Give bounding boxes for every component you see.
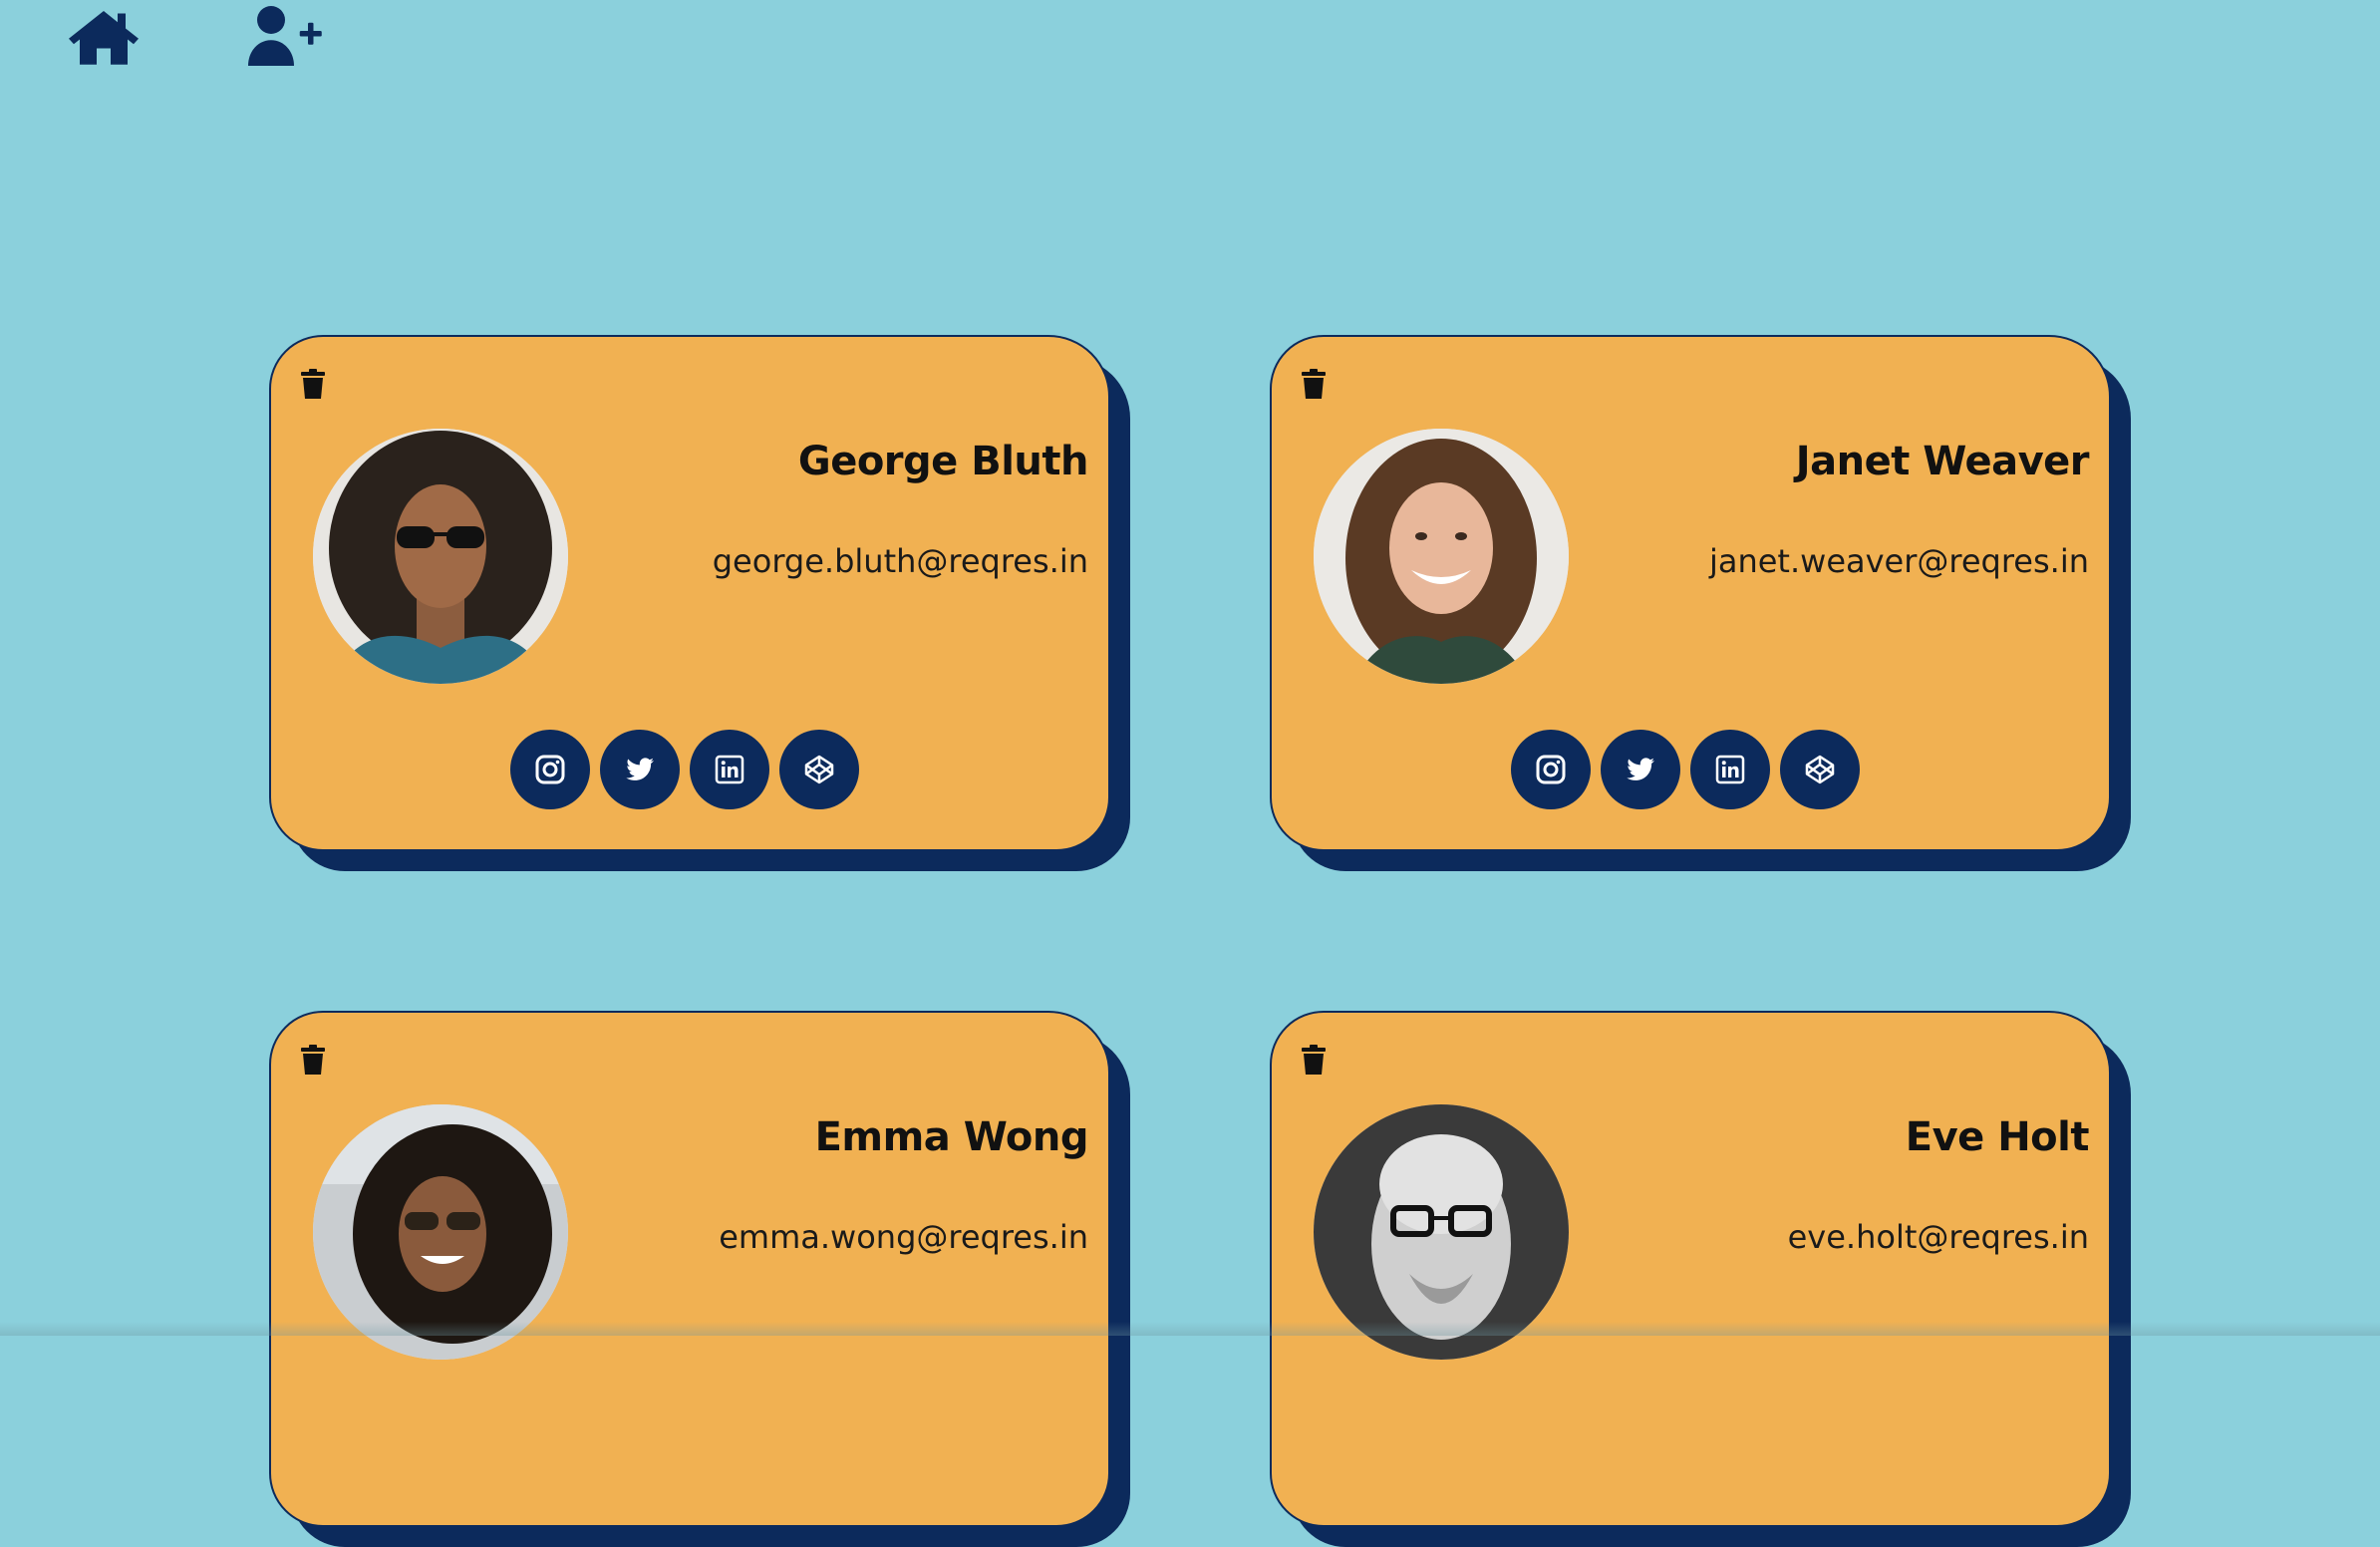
codepen-icon xyxy=(1805,755,1835,784)
codepen-button[interactable] xyxy=(779,730,859,809)
user-name: Emma Wong xyxy=(814,1114,1089,1160)
linkedin-button[interactable] xyxy=(690,730,769,809)
card-body: Eve Holt eve.holt@reqres.in xyxy=(1270,1011,2111,1527)
avatar xyxy=(1314,429,1569,684)
twitter-button[interactable] xyxy=(1601,730,1680,809)
card-body: Janet Weaver janet.weaver@reqres.in xyxy=(1270,335,2111,851)
linkedin-icon xyxy=(1715,755,1745,784)
card-body: George Bluth george.bluth@reqres.in xyxy=(269,335,1110,851)
twitter-icon xyxy=(626,758,654,780)
trash-icon[interactable] xyxy=(301,369,325,399)
user-email[interactable]: george.bluth@reqres.in xyxy=(713,542,1088,580)
instagram-button[interactable] xyxy=(510,730,590,809)
user-card: Janet Weaver janet.weaver@reqres.in xyxy=(1270,335,2131,871)
user-email[interactable]: emma.wong@reqres.in xyxy=(719,1218,1088,1256)
twitter-icon xyxy=(1627,758,1654,780)
bottom-edge xyxy=(0,1322,2380,1336)
linkedin-icon xyxy=(715,755,744,784)
instagram-icon xyxy=(535,755,565,784)
user-card: George Bluth george.bluth@reqres.in xyxy=(269,335,1130,871)
avatar xyxy=(313,429,568,684)
user-name: George Bluth xyxy=(797,439,1089,484)
user-email[interactable]: eve.holt@reqres.in xyxy=(1788,1218,2089,1256)
linkedin-button[interactable] xyxy=(1690,730,1770,809)
instagram-button[interactable] xyxy=(1511,730,1591,809)
twitter-button[interactable] xyxy=(600,730,680,809)
user-name: Eve Holt xyxy=(1905,1114,2090,1160)
instagram-icon xyxy=(1536,755,1566,784)
user-card: Emma Wong emma.wong@reqres.in xyxy=(269,1011,1130,1547)
trash-icon[interactable] xyxy=(1302,1045,1326,1075)
social-links xyxy=(1511,730,1870,809)
social-links xyxy=(510,730,869,809)
user-card: Eve Holt eve.holt@reqres.in xyxy=(1270,1011,2131,1547)
user-name: Janet Weaver xyxy=(1795,439,2090,484)
card-body: Emma Wong emma.wong@reqres.in xyxy=(269,1011,1110,1527)
user-email[interactable]: janet.weaver@reqres.in xyxy=(1709,542,2089,580)
home-icon[interactable] xyxy=(68,6,140,66)
trash-icon[interactable] xyxy=(301,1045,325,1075)
user-plus-icon[interactable] xyxy=(243,4,323,68)
codepen-button[interactable] xyxy=(1780,730,1860,809)
codepen-icon xyxy=(804,755,834,784)
trash-icon[interactable] xyxy=(1302,369,1326,399)
